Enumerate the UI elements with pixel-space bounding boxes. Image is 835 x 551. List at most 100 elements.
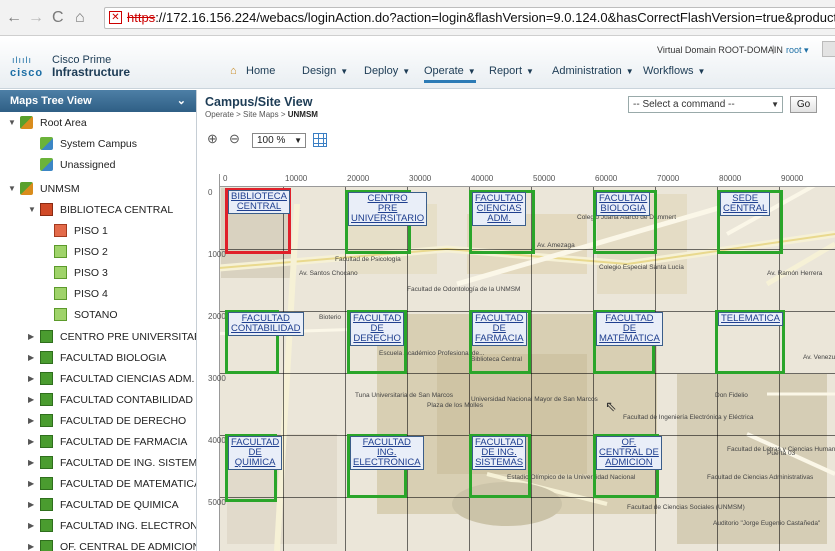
tree-node[interactable]: System Campus (0, 135, 196, 153)
tree-node[interactable]: ▶ FACULTAD CIENCIAS ADM. (0, 370, 196, 388)
map-place-label: Av. Santos Chocano (299, 270, 358, 277)
map-place-label: Av. Ramón Herrera (767, 270, 823, 277)
map-zone-label[interactable]: FACULTAD BIOLOGIA (596, 192, 651, 216)
zoom-in-icon[interactable]: ⊕ (207, 132, 221, 146)
tree-node[interactable]: ▶ FACULTAD DE DERECHO (0, 412, 196, 430)
collapse-arrow-icon[interactable]: ▶ (28, 433, 34, 451)
map-place-label: Colegio Especial Santa Lucía (599, 264, 684, 271)
tree-node[interactable]: ▼ BIBLIOTECA CENTRAL (0, 201, 196, 219)
collapse-arrow-icon[interactable]: ▶ (28, 454, 34, 472)
menu-design[interactable]: Design ▼ (302, 65, 348, 77)
expand-arrow-icon[interactable]: ▼ (8, 114, 16, 132)
tree-node[interactable]: PISO 3 (0, 264, 196, 282)
expand-arrow-icon[interactable]: ▼ (28, 201, 36, 219)
map-zone-label[interactable]: FACULTAD ING. ELECTRONICA (350, 436, 424, 470)
map-zone-label[interactable]: FACULTAD DE ING. SISTEMAS (472, 436, 527, 470)
map-zone-label[interactable]: FACULTAD CIENCIAS ADM. (472, 192, 527, 226)
map-node-icon (54, 224, 67, 237)
tree-node[interactable]: ▶ FACULTAD DE MATEMATICA (0, 475, 196, 493)
menu-home[interactable]: ⌂ Home (230, 65, 275, 77)
ruler-horizontal: 0 10000 20000 30000 40000 50000 60000 70… (207, 174, 835, 187)
map-node-icon (40, 203, 53, 216)
go-button[interactable]: Go (790, 96, 817, 113)
collapse-arrow-icon[interactable]: ▶ (28, 370, 34, 388)
tree-node[interactable]: PISO 4 (0, 285, 196, 303)
map-node-icon (54, 308, 67, 321)
zoom-out-icon[interactable]: ⊖ (229, 132, 243, 146)
collapse-arrow-icon[interactable]: ▶ (28, 412, 34, 430)
breadcrumb: Operate > Site Maps > UNMSM (205, 110, 318, 119)
tree-node[interactable]: ▼ Root Area (0, 114, 196, 132)
map-node-icon (40, 519, 53, 532)
grid-toggle-icon[interactable] (313, 133, 327, 147)
map-place-label: Facultad de Psicología (335, 256, 401, 263)
back-arrow-icon[interactable]: ← (6, 9, 22, 27)
caret-down-icon: ▼ (526, 67, 534, 76)
header-action-button[interactable] (822, 41, 835, 57)
map-zone-label[interactable]: FACULTAD DE QUIMICA (228, 436, 283, 470)
map-node-icon (40, 456, 53, 469)
tree-node[interactable]: ▶ FACULTAD CONTABILIDAD (0, 391, 196, 409)
address-bar[interactable]: ✕ https://172.16.156.224/webacs/loginAct… (104, 7, 835, 29)
map-zone-label[interactable]: OF. CENTRAL DE ADMICION (596, 436, 662, 470)
map-node-icon (40, 393, 53, 406)
map-node-icon (40, 158, 53, 171)
chevron-down-icon[interactable]: ⌄ (177, 90, 186, 112)
map-zone-label[interactable]: FACULTAD DE DERECHO (350, 312, 405, 346)
collapse-arrow-icon[interactable]: ▶ (28, 391, 34, 409)
map-place-label: Av. Venezuela (803, 354, 835, 361)
tree-node[interactable]: PISO 1 (0, 222, 196, 240)
map-zone-label[interactable]: TELEMATICA (718, 312, 783, 326)
map-place-label: Facultad de Odontología de la UNMSM (407, 286, 521, 293)
tree-node[interactable]: ▼ UNMSM (0, 180, 196, 198)
collapse-arrow-icon[interactable]: ▶ (28, 496, 34, 514)
user-menu[interactable]: root ▾ (786, 45, 809, 56)
forward-arrow-icon[interactable]: → (28, 9, 44, 27)
map-node-icon (40, 330, 53, 343)
caret-down-icon: ▼ (340, 67, 349, 76)
menu-administration[interactable]: Administration ▼ (552, 65, 634, 77)
map-zone-label[interactable]: FACULTAD DE MATEMATICA (596, 312, 663, 346)
map-node-icon (40, 351, 53, 364)
collapse-arrow-icon[interactable]: ▶ (28, 475, 34, 493)
home-icon[interactable]: ⌂ (75, 9, 85, 27)
tree-node[interactable]: ▶ FACULTAD ING. ELECTRONI (0, 517, 196, 535)
tree-node[interactable]: Unassigned (0, 156, 196, 174)
tree-node[interactable]: ▶ FACULTAD DE FARMACIA (0, 433, 196, 451)
collapse-arrow-icon[interactable]: ▶ (28, 517, 34, 535)
reload-icon[interactable]: C (52, 9, 64, 27)
url-text: ://172.16.156.224/webacs/loginAction.do?… (155, 10, 835, 25)
collapse-arrow-icon[interactable]: ▶ (28, 538, 34, 551)
maps-tree-header[interactable]: Maps Tree View ⌄ (0, 90, 196, 112)
campus-map[interactable]: 0 10000 20000 30000 40000 50000 60000 70… (207, 174, 835, 551)
tree-node[interactable]: ▶ CENTRO PRE UNIVERSITARI (0, 328, 196, 346)
tree-node[interactable]: ▶ FACULTAD BIOLOGIA (0, 349, 196, 367)
virtual-domain: Virtual Domain ROOT-DOMAIN (657, 45, 783, 55)
map-zone-label[interactable]: FACULTAD DE FARMACIA (472, 312, 527, 346)
tree-node[interactable]: ▶ FACULTAD DE ING. SISTEM (0, 454, 196, 472)
map-zone-label[interactable]: SEDE CENTRAL (720, 192, 771, 216)
command-select[interactable]: -- Select a command -- ▼ (628, 96, 783, 113)
collapse-arrow-icon[interactable]: ▶ (28, 349, 34, 367)
menu-workflows[interactable]: Workflows ▼ (643, 65, 705, 77)
expand-arrow-icon[interactable]: ▼ (8, 180, 16, 198)
tree-node-label: SOTANO (74, 309, 118, 321)
insecure-lock-icon[interactable]: ✕ (109, 11, 122, 24)
tree-node[interactable]: SOTANO (0, 306, 196, 324)
map-zone-label[interactable]: CENTRO PRE UNIVERSITARIO (348, 192, 428, 226)
tree-node-label: PISO 1 (74, 225, 108, 237)
map-node-icon (40, 435, 53, 448)
menu-operate[interactable]: Operate ▼ (424, 65, 476, 83)
tree-node[interactable]: ▶ OF. CENTRAL DE ADMICION (0, 538, 196, 551)
tree-node[interactable]: ▶ FACULTAD DE QUIMICA (0, 496, 196, 514)
map-zone-label[interactable]: FACULTAD CONTABILIDAD (228, 312, 304, 336)
map-zone-label[interactable]: BIBLIOTECA CENTRAL (228, 190, 290, 214)
tree-node-label: CENTRO PRE UNIVERSITARI (60, 331, 197, 343)
map-place-label: Bioterio (319, 314, 342, 321)
collapse-arrow-icon[interactable]: ▶ (28, 328, 34, 346)
tree-node[interactable]: PISO 2 (0, 243, 196, 261)
zoom-select[interactable]: 100 % ▼ (252, 133, 306, 148)
map-place-label: Puerta 03 (767, 450, 796, 457)
menu-report[interactable]: Report ▼ (489, 65, 534, 77)
menu-deploy[interactable]: Deploy ▼ (364, 65, 410, 77)
